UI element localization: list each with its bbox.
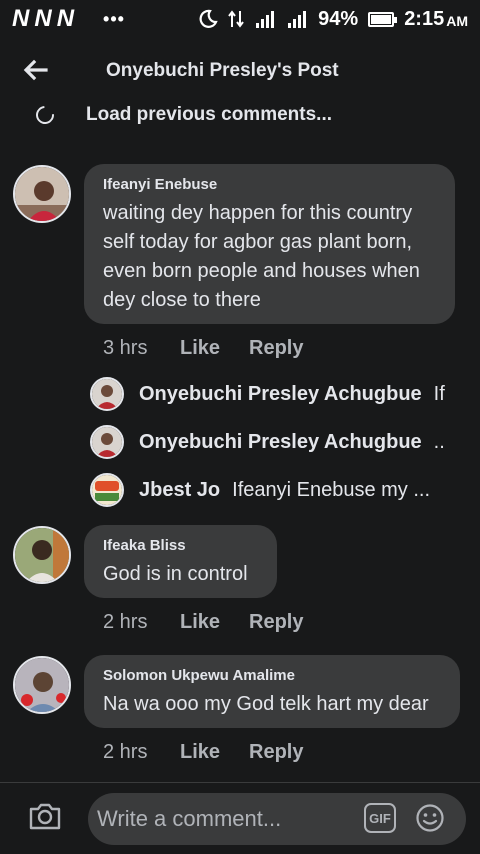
reply-snippet: Ifeanyi Enebuse my ...	[232, 478, 431, 501]
comment-text: Na wa ooo my God telk hart my dear	[103, 690, 440, 719]
comment-line: dey close to there	[103, 289, 261, 311]
more-notifications-icon: •••	[103, 8, 125, 29]
like-button[interactable]: Like	[180, 337, 249, 360]
page-title: Onyebuchi Presley's Post	[106, 60, 339, 81]
avatar[interactable]	[90, 377, 124, 411]
comment-timestamp: 2 hrs	[103, 741, 148, 763]
post-header: Onyebuchi Presley's Post	[0, 44, 480, 98]
signal-icon	[288, 11, 307, 28]
reply-button[interactable]: Reply	[249, 611, 303, 634]
comment-timestamp: 3 hrs	[103, 337, 148, 359]
reply-snippet: ..	[433, 430, 445, 453]
moon-icon	[199, 9, 218, 28]
comment-bubble[interactable]: Ifeanyi Enebuse waiting dey happen for t…	[84, 164, 455, 324]
load-previous-label: Load previous comments...	[86, 104, 332, 125]
avatar[interactable]	[13, 656, 71, 714]
comment-line: waiting dey happen for this country	[103, 202, 413, 224]
load-previous-comments[interactable]: Load previous comments...	[32, 102, 332, 128]
comment-bubble[interactable]: Solomon Ukpewu Amalime Na wa ooo my God …	[84, 655, 460, 728]
comment-author[interactable]: Solomon Ukpewu Amalime	[103, 667, 440, 684]
reply-author[interactable]: Jbest Jo	[139, 479, 220, 502]
comment-author[interactable]: Ifeaka Bliss	[103, 537, 257, 554]
comment-author[interactable]: Ifeanyi Enebuse	[103, 176, 435, 193]
battery-icon	[368, 11, 398, 27]
like-button[interactable]: Like	[180, 611, 249, 634]
data-transfer-icon	[228, 10, 244, 28]
signal-icon	[256, 11, 275, 28]
reply-snippet: If	[433, 382, 445, 405]
composer-divider	[0, 782, 480, 783]
comment-timestamp: 2 hrs	[103, 611, 148, 633]
clock-time: 2:15	[404, 7, 445, 30]
reply-button[interactable]: Reply	[249, 337, 303, 360]
status-bar: N N N ••• 94% 2:15 AM	[0, 0, 480, 38]
avatar[interactable]	[13, 165, 71, 223]
comment-actions: 3 hrs Like Reply	[103, 337, 303, 360]
reply-preview[interactable]: Jbest Jo Ifeanyi Enebuse my ...	[90, 473, 430, 507]
comment-line: Na wa ooo my God telk hart my dear	[103, 693, 429, 715]
avatar[interactable]	[90, 425, 124, 459]
reply-preview[interactable]: Onyebuchi Presley Achugbue If	[90, 377, 445, 411]
loading-spinner-icon	[32, 102, 58, 128]
reply-author[interactable]: Onyebuchi Presley Achugbue	[139, 431, 422, 454]
avatar[interactable]	[13, 526, 71, 584]
comment-bubble[interactable]: Ifeaka Bliss God is in control	[84, 525, 277, 598]
reply-button[interactable]: Reply	[249, 741, 303, 764]
comment-line: even born people and houses when	[103, 260, 420, 282]
comment-input[interactable]	[97, 806, 357, 832]
notification-n-icon: N	[56, 5, 74, 32]
reply-author[interactable]: Onyebuchi Presley Achugbue	[139, 383, 422, 406]
battery-percent: 94%	[318, 7, 359, 30]
avatar[interactable]	[90, 473, 124, 507]
comment-line: self today for agbor gas plant born,	[103, 231, 413, 253]
camera-icon[interactable]	[28, 801, 62, 831]
reply-preview[interactable]: Onyebuchi Presley Achugbue ..	[90, 425, 445, 459]
comment-actions: 2 hrs Like Reply	[103, 611, 303, 634]
arrow-left-icon[interactable]	[22, 58, 50, 82]
like-button[interactable]: Like	[180, 741, 249, 764]
notification-n-icon: N	[34, 5, 51, 32]
comment-text: God is in control	[103, 560, 257, 589]
comment-actions: 2 hrs Like Reply	[103, 741, 303, 764]
comment-line: God is in control	[103, 563, 248, 585]
comment-composer[interactable]: GIF	[88, 793, 466, 845]
comment-text: waiting dey happen for this country self…	[103, 199, 435, 315]
emoji-smile-icon[interactable]	[415, 803, 445, 833]
clock-ampm: AM	[446, 13, 468, 29]
notification-n-icon: N	[12, 5, 29, 32]
gif-icon[interactable]: GIF	[364, 803, 396, 833]
